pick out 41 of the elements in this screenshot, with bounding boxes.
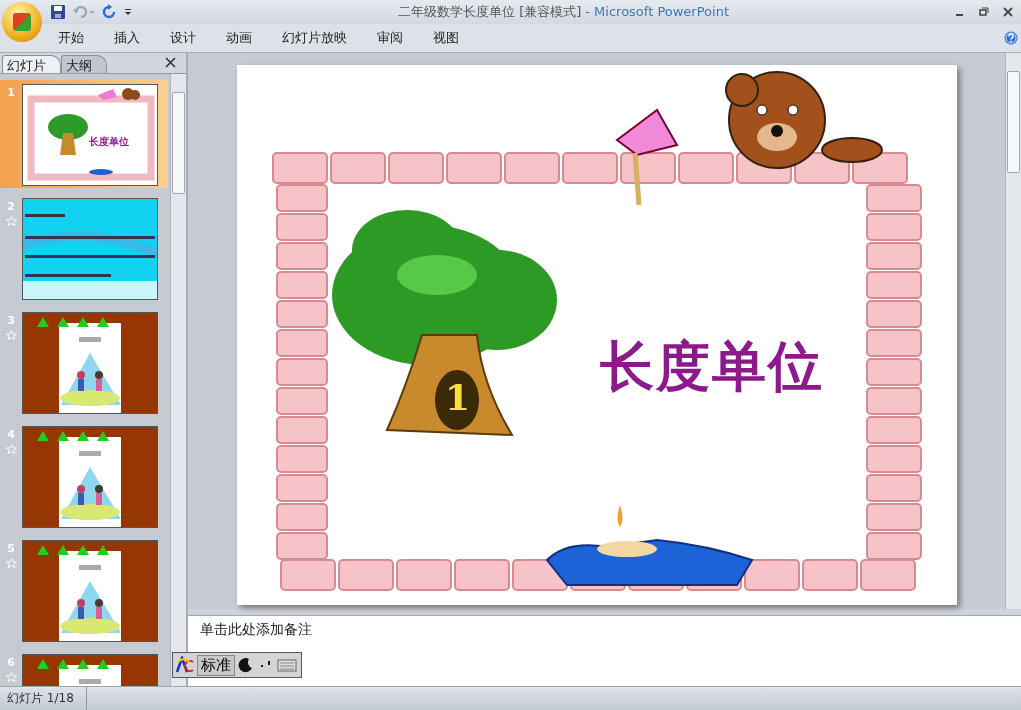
panel-tab[interactable]: 幻灯片: [2, 55, 61, 73]
ribbon-tab[interactable]: 视图: [420, 26, 472, 50]
ribbon-tab[interactable]: 幻灯片放映: [269, 26, 360, 50]
ribbon-tab[interactable]: 插入: [101, 26, 153, 50]
document-title: 二年级数学长度单位 [兼容模式]: [398, 4, 582, 19]
slide-thumbnail[interactable]: 长度单位: [22, 84, 158, 186]
slide-number: 4: [7, 428, 15, 441]
ribbon-tab[interactable]: 开始: [45, 26, 97, 50]
slide-number: 5: [7, 542, 15, 555]
slide-counter: 幻灯片 1/18: [0, 687, 87, 710]
slide-number: 1: [7, 86, 15, 99]
notes-placeholder: 单击此处添加备注: [200, 621, 312, 637]
close-icon[interactable]: [165, 57, 176, 68]
ime-logo-icon[interactable]: [175, 656, 195, 674]
close-icon[interactable]: [1003, 7, 1013, 17]
moon-icon[interactable]: [237, 656, 255, 674]
ribbon-tab[interactable]: 动画: [213, 26, 265, 50]
restore-icon[interactable]: [979, 7, 989, 17]
slide-thumbnail[interactable]: [22, 540, 158, 642]
slide-number: 2: [7, 200, 15, 213]
office-button[interactable]: [2, 2, 42, 42]
slide-thumbnail[interactable]: [22, 312, 158, 414]
thumbnail-title: 长度单位: [89, 135, 129, 149]
slide-number: 6: [7, 656, 15, 669]
slide-thumbnail[interactable]: [22, 198, 158, 300]
ribbon-tab[interactable]: 设计: [157, 26, 209, 50]
redo-icon[interactable]: [102, 4, 118, 20]
ribbon-tab[interactable]: 审阅: [364, 26, 416, 50]
slide-thumbnail[interactable]: [22, 426, 158, 528]
panel-tab[interactable]: 大纲: [61, 55, 107, 73]
scrollbar[interactable]: [170, 74, 186, 686]
dropdown-icon[interactable]: [124, 8, 132, 16]
tree-number: 1: [445, 376, 471, 418]
ime-mode-button[interactable]: 标准: [197, 654, 235, 676]
slide-number: 3: [7, 314, 15, 327]
scrollbar[interactable]: [1005, 53, 1021, 609]
slide-title: 长度单位: [600, 333, 824, 400]
help-icon[interactable]: [1004, 31, 1018, 45]
app-title: - Microsoft PowerPoint: [585, 4, 729, 19]
selected-slide-row[interactable]: 1 长度单位: [0, 80, 168, 188]
save-icon[interactable]: [50, 4, 66, 20]
